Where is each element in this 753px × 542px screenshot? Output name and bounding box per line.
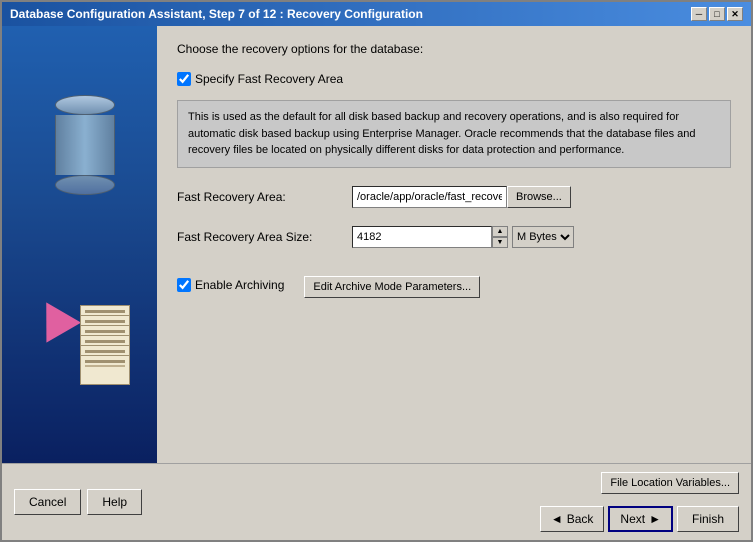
spinner-up-button[interactable]: ▲ [492,226,508,237]
minimize-button[interactable]: ─ [691,7,707,21]
title-bar: Database Configuration Assistant, Step 7… [2,2,751,26]
file-loc-row: File Location Variables... [601,472,739,494]
next-label: Next [620,512,645,526]
next-arrow-icon: ► [649,512,661,526]
document-stack-icon [80,305,130,365]
help-button[interactable]: Help [87,489,142,515]
intro-text: Choose the recovery options for the data… [177,42,731,56]
nav-buttons: ◄ Back Next ► Finish [540,506,739,532]
archiving-checkbox-row: Enable Archiving [177,278,284,292]
main-window: Database Configuration Assistant, Step 7… [0,0,753,542]
wizard-image [20,75,140,415]
browse-button[interactable]: Browse... [507,186,571,208]
close-button[interactable]: ✕ [727,7,743,21]
fast-recovery-size-label: Fast Recovery Area Size: [177,230,352,244]
fast-recovery-area-input-group: Browse... [352,186,731,208]
file-location-variables-button[interactable]: File Location Variables... [601,472,739,494]
units-select[interactable]: M Bytes G Bytes [512,226,574,248]
content-area: Choose the recovery options for the data… [2,26,751,463]
fast-recovery-checkbox[interactable] [177,72,191,86]
fast-recovery-size-row: Fast Recovery Area Size: ▲ ▼ M Bytes G B… [177,226,731,248]
archive-mode-button[interactable]: Edit Archive Mode Parameters... [304,276,480,298]
bottom-left-buttons: Cancel Help [14,489,142,515]
finish-button[interactable]: Finish [677,506,739,532]
archiving-row: Enable Archiving Edit Archive Mode Param… [177,276,731,298]
database-icon [55,95,115,175]
left-panel [2,26,157,463]
fast-recovery-checkbox-row: Specify Fast Recovery Area [177,72,731,86]
spinner-down-button[interactable]: ▼ [492,237,508,248]
window-title: Database Configuration Assistant, Step 7… [10,7,423,21]
archiving-checkbox[interactable] [177,278,191,292]
fast-recovery-description: This is used as the default for all disk… [177,100,731,168]
next-button[interactable]: Next ► [608,506,673,532]
bottom-right-area: File Location Variables... ◄ Back Next ►… [540,472,739,532]
archiving-label[interactable]: Enable Archiving [195,278,284,292]
fast-recovery-label[interactable]: Specify Fast Recovery Area [195,72,343,86]
back-button[interactable]: ◄ Back [540,506,605,532]
fast-recovery-size-input-group: ▲ ▼ M Bytes G Bytes [352,226,731,248]
back-label: Back [567,512,594,526]
fast-recovery-area-input[interactable] [352,186,507,208]
size-spinner: ▲ ▼ [492,226,508,248]
fast-recovery-area-row: Fast Recovery Area: Browse... [177,186,731,208]
title-bar-buttons: ─ □ ✕ [691,7,743,21]
fast-recovery-area-label: Fast Recovery Area: [177,190,352,204]
cancel-button[interactable]: Cancel [14,489,81,515]
arrow-icon [28,292,80,342]
maximize-button[interactable]: □ [709,7,725,21]
fast-recovery-size-input[interactable] [352,226,492,248]
bottom-bar: Cancel Help File Location Variables... ◄… [2,463,751,540]
back-arrow-icon: ◄ [551,512,563,526]
right-panel: Choose the recovery options for the data… [157,26,751,463]
